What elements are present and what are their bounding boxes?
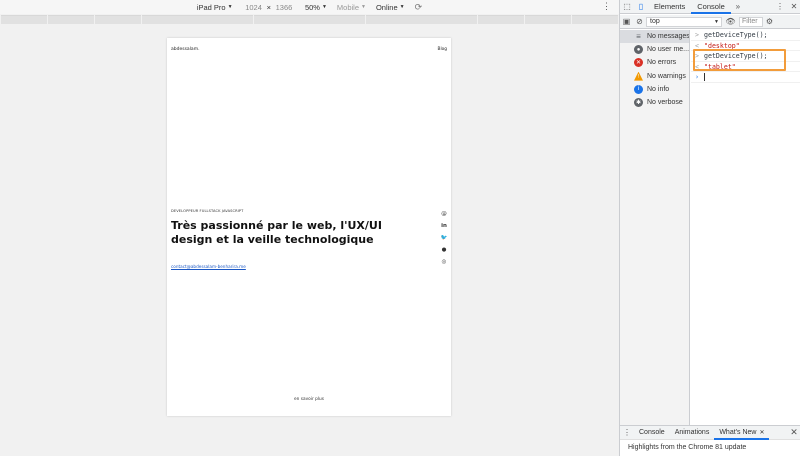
sidebar-item[interactable]: ● No user me... [620,43,689,56]
gear-icon[interactable]: ⚙ [763,17,776,26]
media-query-bar[interactable] [0,15,619,24]
error-icon: ✕ [634,58,643,68]
context-label: top [650,17,660,25]
highlight-box [693,49,786,71]
sidebar-item-label: No errors [647,59,677,67]
email-link[interactable]: contact@abdessalam-benharira.me [171,264,246,269]
more-link[interactable]: en savoir plus [167,397,451,402]
drawer-tab-animations[interactable]: Animations [670,425,715,440]
hero-subtitle: DEVELOPPEUR FULLSTACK JAVASCRIPT [171,209,244,213]
media-segment[interactable] [142,15,254,24]
text-cursor [704,73,705,81]
blog-link[interactable]: Blog [438,47,448,52]
sidebar-item[interactable]: i No info [620,83,689,96]
media-segment[interactable] [571,15,619,24]
zoom-select[interactable]: 50% ▼ [305,3,327,12]
warning-icon: ! [634,71,643,81]
device-toggle-icon[interactable]: ▯ [634,2,648,11]
devtools-tabbar: ⬚ ▯ Elements Console » ⋮ ✕ [620,0,800,14]
close-icon[interactable]: ✕ [787,2,800,11]
tab-console[interactable]: Console [691,0,731,14]
verbose-icon: ✱ [634,98,643,108]
sidebar-item-label: No info [647,85,670,93]
devtools-panel: ⬚ ▯ Elements Console » ⋮ ✕ ▣ ⊘ top ▼ 👁 F… [619,0,800,456]
info-icon: i [634,84,643,94]
console-text: getDeviceType(); [704,31,768,39]
more-tabs-icon[interactable]: » [731,2,745,11]
sidebar-item-label: No user me... [647,46,689,54]
clear-console-icon[interactable]: ⊘ [633,17,646,26]
email-icon[interactable]: @ [440,211,448,218]
chevron-down-icon: ▼ [361,4,366,10]
close-icon[interactable]: ✕ [787,427,800,438]
device-name: iPad Pro [196,2,226,12]
chevron-down-icon: ▼ [321,4,327,10]
console-sidebar: ≡ No messages ● No user me... ✕ No errors! No … [620,30,690,425]
context-select[interactable]: top ▼ [646,16,722,27]
device-select[interactable]: iPad Pro ▼ [197,3,233,12]
sidebar-toggle-icon[interactable]: ▣ [620,17,633,26]
media-segment[interactable] [95,15,142,24]
times-icon: × [266,2,271,12]
devtools-menu-icon[interactable]: ⋮ [773,2,787,11]
more-options-icon[interactable]: ⋮ [602,1,611,12]
console-input-line: > getDeviceType(); [691,30,800,41]
eye-icon[interactable]: 👁 [724,17,737,26]
width-input[interactable]: 1024 [243,3,265,12]
sidebar-item[interactable]: ✕ No errors [620,56,689,69]
device-toolbar: iPad Pro ▼ 1024 × 1366 50% ▼ Mobile ▼ Onlin… [0,0,619,14]
hero-headline: Très passionné par le web, l'UX/UI desig… [171,219,382,246]
inspect-icon[interactable]: ⬚ [620,2,634,11]
device-emulation-area: iPad Pro ▼ 1024 × 1366 50% ▼ Mobile ▼ Onlin… [0,0,619,456]
media-segment[interactable] [254,15,365,24]
sidebar-item-label: No warnings [647,72,686,80]
media-segment[interactable] [1,15,48,24]
console-toolbar: ▣ ⊘ top ▼ 👁 Filter ⚙ [620,15,800,29]
chevron-down-icon: ▼ [399,4,405,10]
instagram-icon[interactable]: ◎ [440,259,448,266]
zoom-label: 50% [304,2,320,12]
throttle-label: Mobile [336,2,360,12]
tab-elements[interactable]: Elements [648,0,691,14]
github-icon[interactable]: ● [440,247,448,254]
network-label: Online [375,2,398,12]
filter-input[interactable]: Filter [739,16,763,27]
chevron-down-icon: ▼ [227,4,233,10]
sidebar-item-label: No messages [647,33,689,41]
prompt-icon: › [695,73,699,81]
list-icon: ≡ [636,32,641,42]
sidebar-item[interactable]: ≡ No messages [620,30,689,44]
sidebar-item[interactable]: ✱ No verbose [620,96,689,109]
drawer-tab-whats-new[interactable]: What's New ✕ [714,425,770,440]
rotate-icon[interactable]: ⟳ [415,2,423,13]
linkedin-icon[interactable]: in [440,223,448,230]
prompt-icon: > [695,31,699,39]
device-viewport: abdessalam. Blog DEVELOPPEUR FULLSTACK J… [167,38,451,416]
drawer-tab-label: What's New [719,429,757,436]
sidebar-item-label: No verbose [647,99,683,107]
drawer-tab-console[interactable]: Console [634,425,670,440]
site-logo[interactable]: abdessalam. [171,47,200,52]
twitter-icon[interactable]: 🐦 [440,235,448,242]
throttle-select[interactable]: Mobile ▼ [337,3,366,12]
close-icon[interactable]: ✕ [759,430,764,436]
media-segment[interactable] [477,15,524,24]
dimensions: 1024 × 1366 [243,3,295,12]
social-links: @ in 🐦 ● ◎ [440,211,448,266]
drawer-tabbar: ⋮ Console Animations What's New ✕ ✕ [620,425,800,440]
whats-new-content: Highlights from the Chrome 81 update [620,441,800,456]
chevron-down-icon: ▼ [714,18,719,25]
console-output[interactable]: > getDeviceType(); < "desktop" > getDeviceTyp… [691,30,800,425]
drawer-menu-icon[interactable]: ⋮ [620,428,634,437]
media-segment[interactable] [48,15,95,24]
network-select[interactable]: Online ▼ [376,3,405,12]
user-icon: ● [634,45,643,55]
console-prompt[interactable]: › [691,72,800,83]
height-input[interactable]: 1366 [273,3,295,12]
media-segment[interactable] [524,15,571,24]
media-segment[interactable] [365,15,477,24]
sidebar-item[interactable]: ! No warnings [620,70,689,83]
